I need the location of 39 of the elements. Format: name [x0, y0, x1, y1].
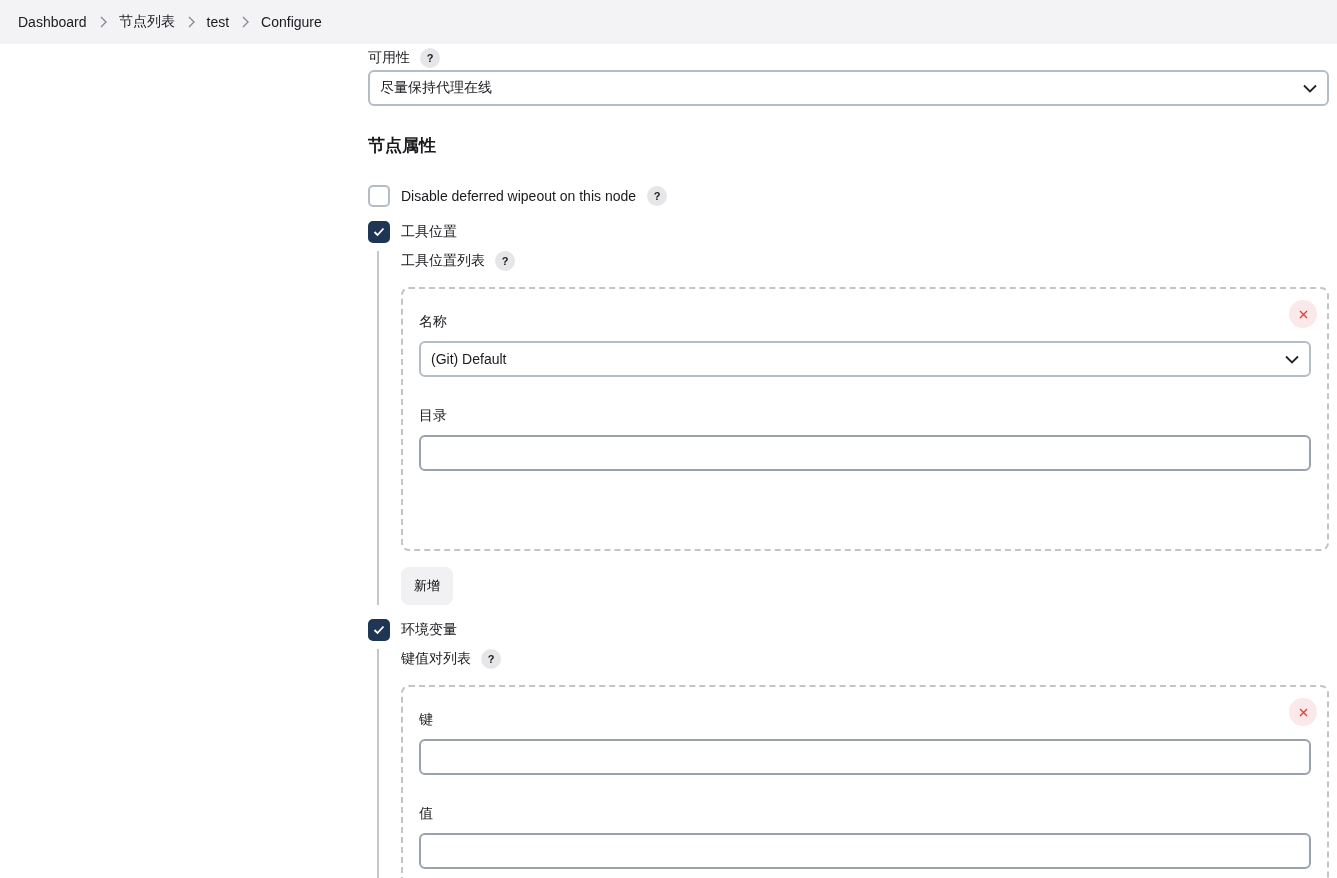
- field-label: 名称: [419, 313, 447, 331]
- checkbox-label[interactable]: 环境变量: [401, 621, 457, 639]
- close-button[interactable]: [1289, 300, 1317, 328]
- checkbox[interactable]: [368, 221, 390, 243]
- field-label: 可用性: [368, 49, 410, 67]
- checkmark-icon: [373, 227, 385, 237]
- breadcrumb-link[interactable]: test: [206, 14, 230, 30]
- add-button[interactable]: 新增: [401, 567, 453, 605]
- help-button[interactable]: ?: [481, 649, 501, 669]
- close-icon: [1298, 309, 1308, 319]
- field-label: 目录: [419, 407, 447, 425]
- chevron-down-icon: [1285, 354, 1299, 364]
- help-button[interactable]: ?: [420, 48, 440, 68]
- field-label: 键: [419, 711, 433, 729]
- checkbox[interactable]: [368, 185, 390, 207]
- checkbox-label[interactable]: Disable deferred wipeout on this node: [401, 188, 637, 204]
- help-button[interactable]: ?: [495, 251, 515, 271]
- availability-select[interactable]: 尽量保持代理在线: [368, 70, 1329, 106]
- text-field[interactable]: [419, 435, 1311, 471]
- chevron-down-icon: [1303, 83, 1317, 93]
- text-field[interactable]: [419, 739, 1311, 775]
- close-icon: [1298, 707, 1308, 717]
- chevron-right-icon: [241, 16, 250, 28]
- select-field[interactable]: (Git) Default: [419, 341, 1311, 377]
- checkbox[interactable]: [368, 619, 390, 641]
- breadcrumb-link[interactable]: Configure: [261, 14, 322, 30]
- chevron-right-icon: [98, 16, 107, 28]
- breadcrumb-link[interactable]: 节点列表: [118, 13, 175, 31]
- section-title: 节点属性: [368, 135, 437, 157]
- help-button[interactable]: ?: [647, 186, 668, 206]
- checkbox-label[interactable]: 工具位置: [401, 223, 457, 241]
- list-label: 工具位置列表: [401, 252, 485, 270]
- close-button[interactable]: [1289, 698, 1317, 726]
- checkmark-icon: [373, 625, 385, 635]
- breadcrumb-link[interactable]: Dashboard: [18, 14, 87, 30]
- text-field[interactable]: [419, 833, 1311, 869]
- chevron-right-icon: [186, 16, 195, 28]
- field-label: 值: [419, 805, 433, 823]
- list-label: 键值对列表: [401, 650, 471, 668]
